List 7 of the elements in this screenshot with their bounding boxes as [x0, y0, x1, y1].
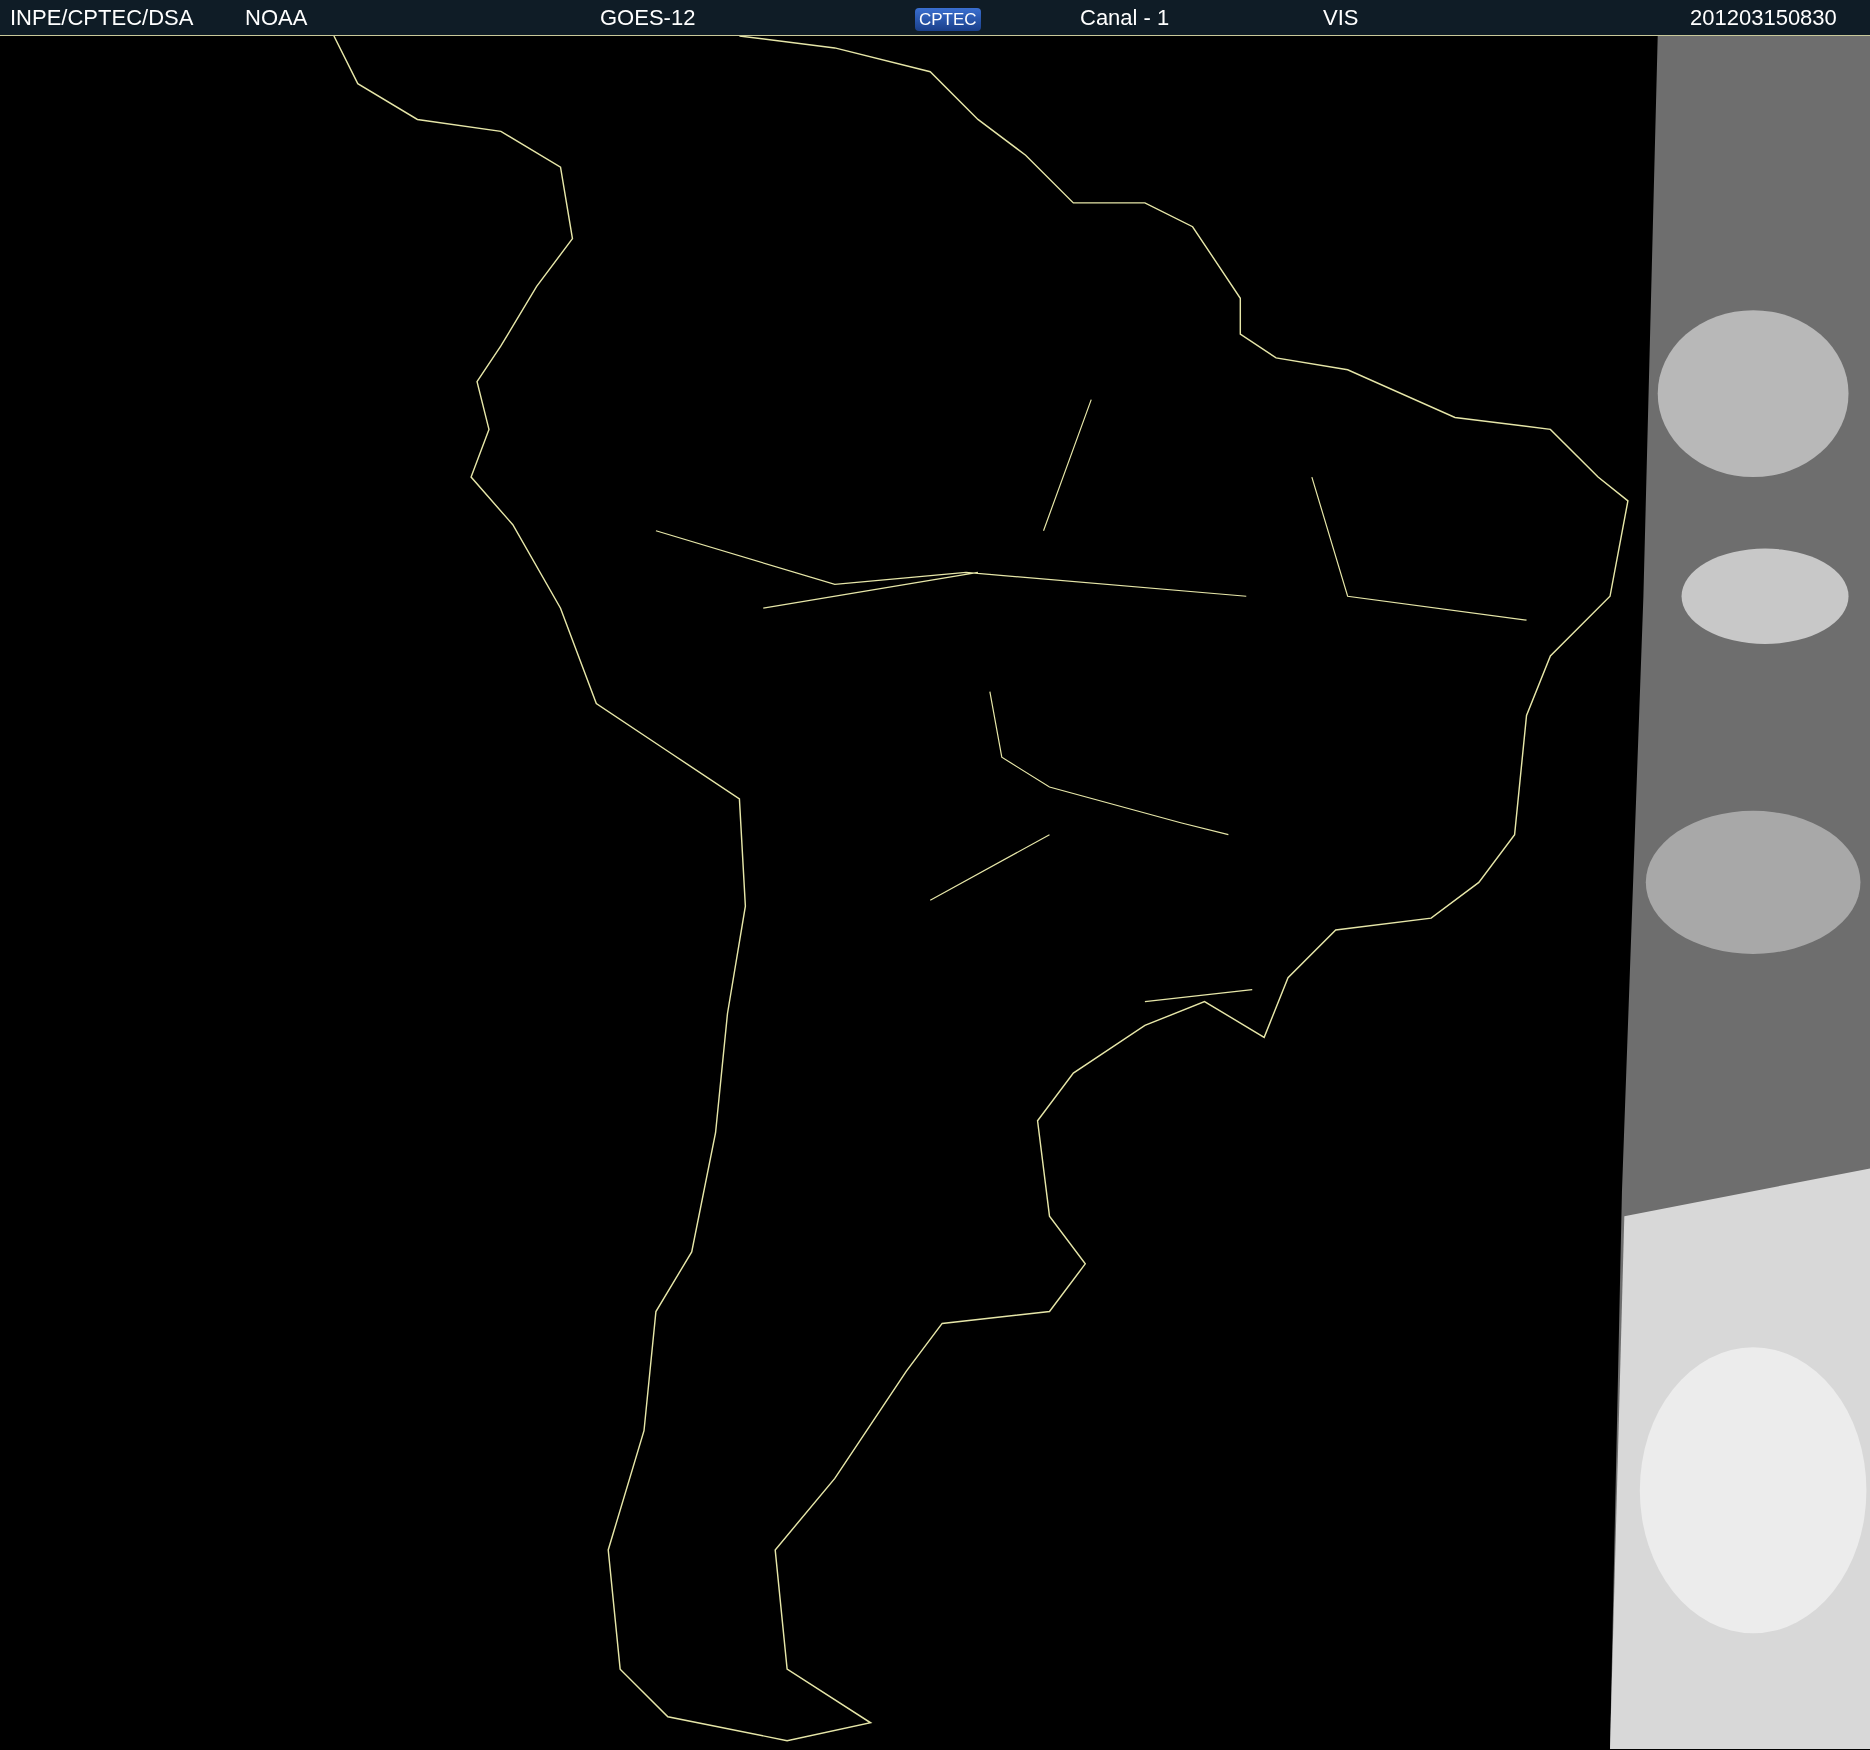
- header-label: INPE/CPTEC/DSA: [10, 5, 194, 30]
- logo: CPTEC: [915, 8, 981, 31]
- header-label: VIS: [1323, 5, 1359, 30]
- header-label: Canal - 1: [1080, 5, 1170, 30]
- header-label: GOES-12: [600, 5, 696, 30]
- header-label: NOAA: [245, 5, 308, 30]
- header-label: 201203150830: [1690, 5, 1837, 30]
